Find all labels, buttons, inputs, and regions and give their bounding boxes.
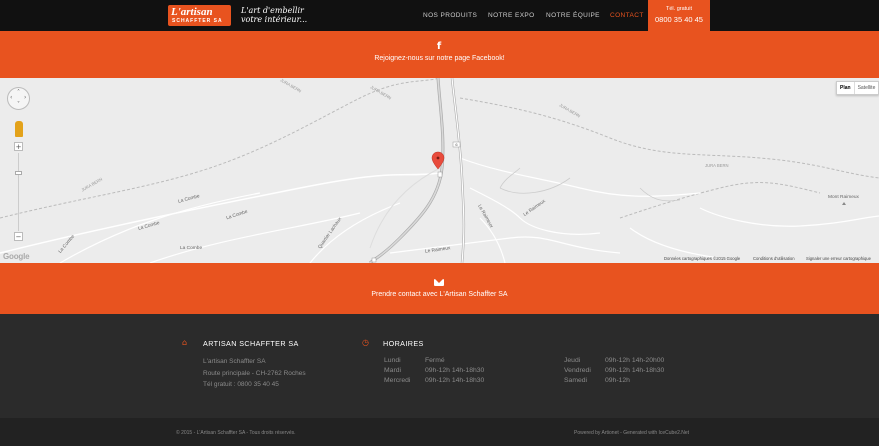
map-type-satellite-button[interactable]: Satellite — [855, 82, 879, 94]
zoom-in-button[interactable]: + — [14, 142, 23, 151]
envelope-icon — [434, 279, 444, 286]
nav-contact[interactable]: CONTACT — [610, 12, 644, 19]
map-report-error-link[interactable]: Signaler une erreur cartographique — [806, 256, 871, 261]
phone-label: Tél. gratuit — [666, 6, 692, 12]
hours-time: 09h-12h — [605, 377, 630, 384]
pan-right-icon[interactable]: › — [24, 94, 26, 101]
company-name: L'artisan Schaffter SA — [203, 358, 266, 365]
hours-day: Lundi — [384, 357, 401, 364]
logo-badge: L'artisan SCHAFFTER SA — [168, 5, 231, 26]
hours-day: Mardi — [384, 367, 401, 374]
site-logo[interactable]: L'artisan SCHAFFTER SA L'art d'embellir … — [168, 5, 313, 26]
logo-sub-text: SCHAFFTER SA — [172, 18, 223, 24]
phone-callout[interactable]: Tél. gratuit 0800 35 40 45 — [648, 0, 710, 31]
nav-notre-equipe[interactable]: NOTRE ÉQUIPE — [546, 12, 600, 19]
hours-time: 09h-12h 14h-20h00 — [605, 357, 665, 364]
home-icon: ⌂ — [182, 338, 188, 347]
phone-number: 0800 35 40 45 — [655, 15, 703, 24]
map-data-attribution: Données cartographiques ©2015 Google — [664, 256, 741, 261]
google-map[interactable]: 6 JURA BERN JURA BERN JURA BERN JURA BER… — [0, 78, 879, 263]
hours-day: Samedi — [564, 377, 588, 384]
company-phone: Tél gratuit : 0800 35 40 45 — [203, 381, 279, 388]
footer: ⌂ ARTISAN SCHAFFTER SA L'artisan Schafft… — [0, 314, 879, 418]
map-type-plan-button[interactable]: Plan — [837, 82, 855, 94]
facebook-icon: f — [436, 41, 442, 52]
zoom-out-button[interactable]: − — [14, 232, 23, 241]
copyright-text: © 2015 - L'Artisan Schaffter SA - Tous d… — [176, 430, 296, 436]
bottom-bar: © 2015 - L'Artisan Schaffter SA - Tous d… — [0, 418, 879, 446]
map-label: Mont Raimeux — [828, 195, 859, 200]
map-type-control: Plan Satellite — [836, 81, 879, 95]
facebook-banner[interactable]: f Rejoignez-nous sur notre page Facebook… — [0, 31, 879, 78]
hours-time: 09h-12h 14h-18h30 — [425, 377, 485, 384]
hours-time: 09h-12h 14h-18h30 — [605, 367, 665, 374]
map-terms-link[interactable]: Conditions d'utilisation — [753, 256, 795, 261]
logo-tagline: L'art d'embellir votre intérieur... — [241, 6, 308, 24]
company-address: Route principale - CH-2762 Roches — [203, 370, 306, 377]
nav-notre-expo[interactable]: NOTRE EXPO — [488, 12, 535, 19]
contact-banner-text: Prendre contact avec L'Artisan Schaffter… — [371, 291, 508, 298]
powered-by-link[interactable]: Powered by Artionet - Generated with Ice… — [574, 430, 689, 436]
map-label: La Combe — [180, 246, 203, 251]
hours-day: Mercredi — [384, 377, 411, 384]
map-pan-control[interactable]: ˄ ˅ ‹ › — [7, 87, 30, 110]
pan-left-icon[interactable]: ‹ — [10, 94, 12, 101]
hours-time: 09h-12h 14h-18h30 — [425, 367, 485, 374]
facebook-banner-text: Rejoignez-nous sur notre page Facebook! — [374, 55, 505, 62]
map-label: JURA BERN — [705, 163, 729, 168]
nav-nos-produits[interactable]: NOS PRODUITS — [423, 12, 477, 19]
hours-day: Jeudi — [564, 357, 581, 364]
google-logo[interactable]: Google — [3, 252, 30, 261]
map-canvas: 6 — [0, 78, 879, 263]
street-view-pegman-icon[interactable] — [15, 121, 23, 137]
zoom-slider-track[interactable] — [18, 153, 19, 231]
clock-icon: ◷ — [362, 338, 369, 347]
logo-brand-text: L'artisan — [171, 6, 213, 18]
pan-down-icon[interactable]: ˅ — [17, 101, 20, 108]
hours-day: Vendredi — [564, 367, 591, 374]
pan-up-icon[interactable]: ˄ — [17, 89, 20, 96]
company-heading: ARTISAN SCHAFFTER SA — [203, 339, 299, 348]
top-navigation-bar: L'artisan SCHAFFTER SA L'art d'embellir … — [0, 0, 879, 31]
zoom-slider-knob[interactable] — [15, 171, 22, 175]
contact-banner[interactable]: Prendre contact avec L'Artisan Schaffter… — [0, 263, 879, 314]
hours-heading: HORAIRES — [383, 339, 424, 348]
hours-time: Fermé — [425, 357, 445, 364]
